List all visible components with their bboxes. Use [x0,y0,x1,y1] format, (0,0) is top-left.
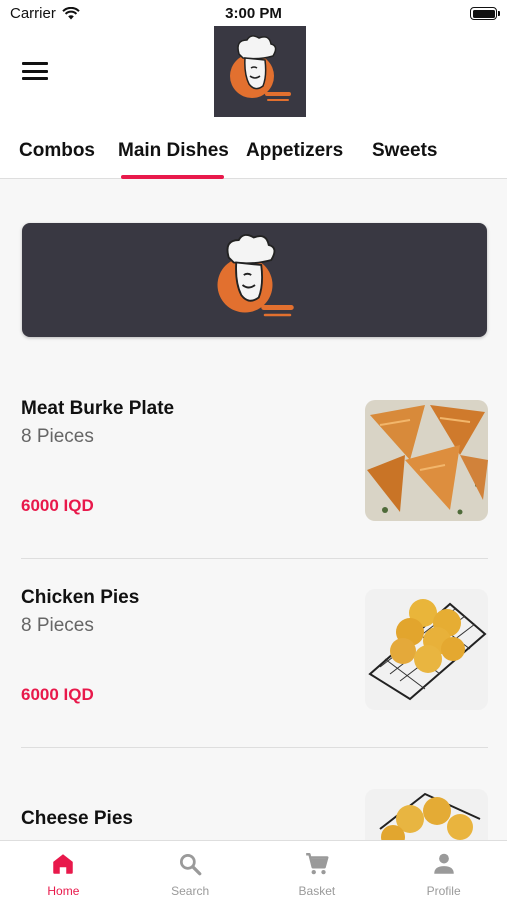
product-image[interactable] [365,789,488,840]
category-tabs: Combos Main Dishes Appetizers Sweets [0,120,507,179]
restaurant-banner [22,223,487,337]
chef-logo-icon [230,34,291,101]
product-divider [21,558,488,559]
search-icon [180,853,202,876]
product-price: 6000 IQD [21,685,94,704]
selected-tab-indicator [121,175,224,179]
tab-appetizers[interactable]: Appetizers [246,140,343,162]
nav-label: Basket [298,884,336,898]
nav-profile[interactable]: Profile [380,841,507,900]
cart-icon [306,853,329,875]
nav-label: Home [47,884,80,898]
product-image[interactable] [365,400,488,521]
nav-label: Search [171,884,210,898]
nav-home[interactable]: Home [0,841,127,900]
status-time: 3:00 PM [225,5,282,22]
bottom-tab-bar: Home Search Basket Profile [0,840,507,900]
tab-sweets[interactable]: Sweets [372,140,437,162]
product-description: 8 Pieces [21,615,94,636]
home-icon [53,854,74,874]
app-header [0,26,507,120]
product-name: Meat Burke Plate [21,398,175,419]
product-name: Cheese Pies [21,808,133,829]
person-icon [433,853,454,874]
product-name: Chicken Pies [21,587,140,608]
pies-on-rack-image [365,589,488,710]
battery-icon [470,7,500,20]
nav-basket[interactable]: Basket [254,841,381,900]
product-divider [21,747,488,748]
tab-combos[interactable]: Combos [19,140,95,162]
tab-main-dishes[interactable]: Main Dishes [118,140,229,162]
fried-pastries-image [365,400,488,521]
product-image[interactable] [365,589,488,710]
hamburger-menu-button[interactable] [22,60,48,82]
nav-label: Profile [426,884,461,898]
status-bar: Carrier 3:00 PM [0,0,507,26]
nav-search[interactable]: Search [127,841,254,900]
pies-on-rack-image [365,789,488,840]
chef-logo-icon [217,233,294,317]
header-logo [214,26,306,117]
hamburger-icon [22,62,48,65]
product-price: 6000 IQD [21,496,94,515]
product-description: 8 Pieces [21,426,94,447]
